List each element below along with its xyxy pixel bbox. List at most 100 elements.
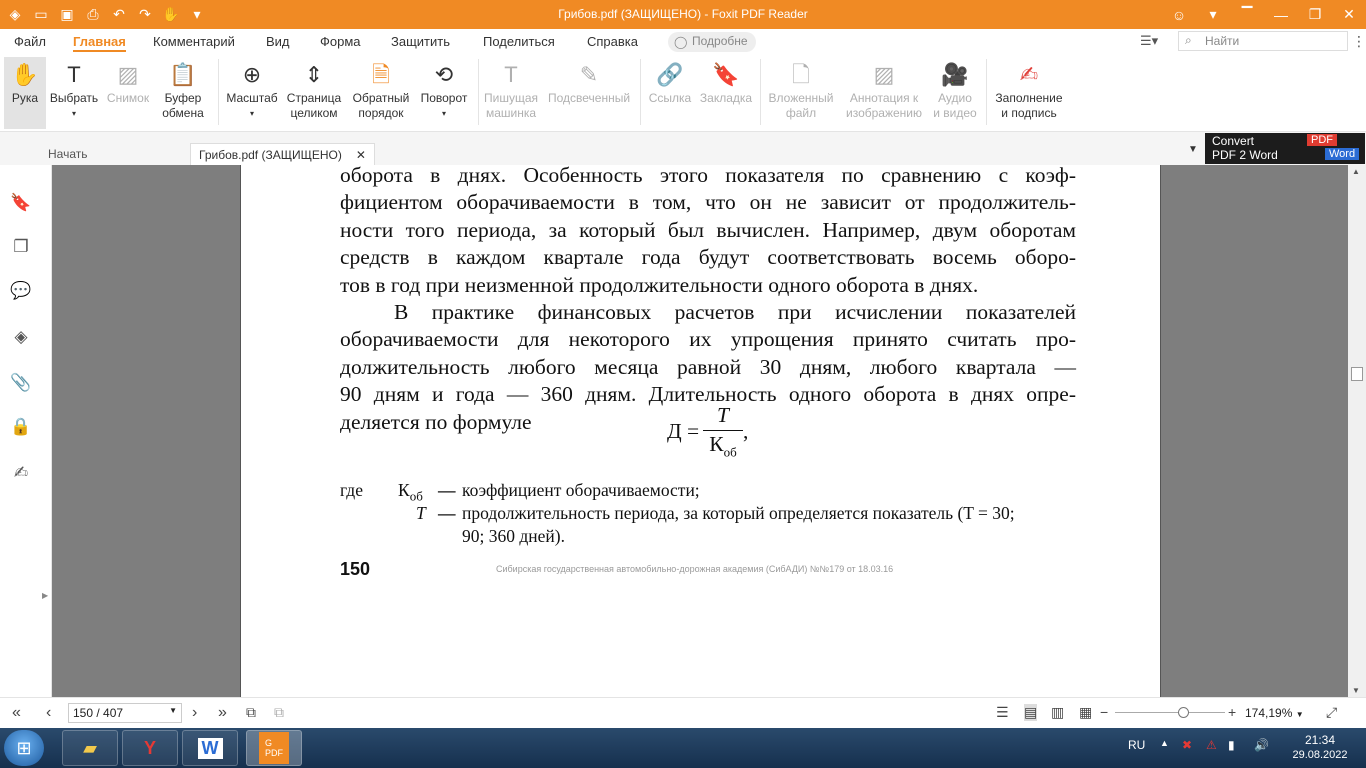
snapshot-button[interactable]: ▨ Снимок	[104, 57, 152, 129]
fit-page-button[interactable]: ⇕ Страница целиком	[284, 57, 344, 129]
security-panel-icon[interactable]: 🔒	[10, 417, 32, 439]
rotate-icon: ⟲	[434, 61, 454, 87]
formula-denominator-sub: об	[723, 444, 737, 460]
layers-panel-icon[interactable]: ◈	[10, 327, 32, 349]
tabs-dropdown-icon[interactable]: ▼	[1188, 144, 1198, 155]
menu-share[interactable]: Поделиться	[483, 34, 555, 49]
previous-page-icon[interactable]: ‹	[46, 704, 51, 722]
attachment-button[interactable]: 🗋 Вложенный файл	[764, 57, 838, 129]
zoom-slider[interactable]	[1115, 712, 1225, 713]
formula-denominator: Коб	[703, 431, 743, 460]
facing-pages-icon[interactable]: ▥	[1051, 704, 1064, 721]
zoom-out-icon[interactable]: −	[1100, 704, 1108, 720]
fullscreen-icon[interactable]: ⤢	[1326, 704, 1337, 721]
tray-expand-icon[interactable]: ▲	[1160, 738, 1169, 748]
menu-home[interactable]: Главная	[73, 34, 126, 52]
hand-tool-button[interactable]: ✋ Рука	[4, 57, 46, 129]
zoom-slider-thumb[interactable]	[1178, 707, 1189, 718]
text-line: средств в каждом квартале года будут соо…	[340, 245, 1076, 270]
taskbar-foxit[interactable]: G PDF	[246, 730, 302, 766]
fill-sign-button[interactable]: ✍ Заполнение и подпись	[992, 57, 1066, 129]
chevron-down-icon: ▾	[71, 109, 76, 118]
highlight-button[interactable]: ✎ Подсвеченный	[544, 57, 634, 129]
next-page-icon[interactable]: ›	[192, 704, 197, 722]
bookmarks-panel-icon[interactable]: 🔖	[10, 193, 32, 215]
zoom-in-icon: ⊕	[242, 61, 262, 87]
tell-me-box[interactable]: ◯ Подробне	[668, 32, 756, 52]
network-error-icon[interactable]: ✖	[1182, 738, 1192, 752]
comments-panel-icon[interactable]: 💬	[10, 281, 32, 303]
tab-document[interactable]: Грибов.pdf (ЗАЩИЩЕНО) ✕	[190, 143, 375, 165]
menu-view[interactable]: Вид	[266, 34, 290, 49]
start-button[interactable]: ⊞	[4, 730, 44, 766]
typewriter-button[interactable]: T Пишущая машинка	[482, 57, 540, 129]
search-input[interactable]: ⌕ Найти	[1178, 31, 1348, 51]
legend-text-cont: 90; 360 дней).	[462, 526, 565, 546]
page-number-field[interactable]: 150 / 407 ▼	[68, 703, 182, 723]
menu-form[interactable]: Форма	[320, 34, 361, 49]
reverse-order-button[interactable]: 🗎 Обратный порядок	[350, 57, 412, 129]
attachments-panel-icon[interactable]: 📎	[10, 373, 32, 395]
system-clock[interactable]: 21:34 29.08.2022	[1284, 733, 1356, 763]
taskbar-explorer[interactable]: ▰	[62, 730, 118, 766]
scroll-thumb[interactable]	[1351, 367, 1363, 381]
image-icon: ▨	[873, 61, 895, 87]
volume-icon[interactable]: 🔊	[1254, 738, 1269, 752]
separator	[760, 59, 761, 125]
search-placeholder: Найти	[1205, 34, 1240, 48]
rotate-button[interactable]: ⟲ Поворот ▾	[416, 57, 472, 129]
convert-ad-banner[interactable]: Convert PDF 2 Word PDF Word	[1205, 133, 1365, 164]
dropdown-icon[interactable]: ▾	[1196, 0, 1230, 29]
first-page-icon[interactable]: «	[12, 704, 21, 722]
windows-taskbar: ⊞ ▰ Y W G PDF RU ▲ ✖ ⚠ ▮ 🔊 21:34 29.08.20…	[0, 728, 1366, 768]
clipboard-button[interactable]: 📋 Буфер обмена	[154, 57, 212, 129]
zoom-in-icon[interactable]: +	[1228, 704, 1236, 720]
last-page-icon[interactable]: »	[218, 704, 227, 722]
audio-video-button[interactable]: 🎥 Аудио и видео	[928, 57, 982, 129]
language-indicator[interactable]: RU	[1128, 738, 1145, 752]
scroll-up-icon[interactable]: ▲	[1352, 167, 1360, 176]
signatures-panel-icon[interactable]: ✍	[10, 463, 32, 485]
maximize-button[interactable]: ❐	[1298, 0, 1332, 29]
pages-panel-icon[interactable]: ❐	[10, 237, 32, 259]
signal-strength-icon[interactable]: ▮	[1228, 738, 1235, 752]
menu-file[interactable]: Файл	[14, 34, 46, 49]
zoom-level-field[interactable]: 174,19% ▼	[1241, 703, 1323, 723]
text-line: ности того периода, за который был вычис…	[340, 217, 1076, 242]
tray-app-icon[interactable]: ⚠	[1206, 738, 1217, 752]
document-viewer[interactable]: оборота в днях. Особенность этого показа…	[52, 165, 1348, 697]
previous-view-icon[interactable]: ⧉	[246, 704, 256, 721]
zoom-button[interactable]: ⊕ Масштаб ▾	[224, 57, 280, 129]
minimize-button[interactable]: —	[1264, 0, 1298, 29]
scroll-down-icon[interactable]: ▼	[1352, 686, 1360, 695]
taskbar-yandex[interactable]: Y	[122, 730, 178, 766]
close-tab-icon[interactable]: ✕	[356, 148, 366, 162]
chevron-down-icon[interactable]: ▼	[1296, 710, 1304, 719]
fit-page-icon: ⇕	[304, 61, 324, 87]
vertical-scrollbar[interactable]: ▲ ▼	[1348, 165, 1366, 697]
next-view-icon[interactable]: ⧉	[274, 704, 284, 721]
settings-icon[interactable]: ⋮	[1352, 33, 1366, 50]
attachment-icon: 🗋	[792, 61, 810, 87]
expand-panel-icon[interactable]: ▶	[42, 591, 48, 600]
continuous-page-icon[interactable]: ▤	[1024, 704, 1038, 721]
chevron-down-icon[interactable]: ▼	[169, 706, 177, 715]
select-tool-button[interactable]: T Выбрать ▾	[48, 57, 100, 129]
menu-protect[interactable]: Защитить	[391, 34, 450, 49]
search-options-icon[interactable]: ☰▾	[1140, 33, 1158, 49]
single-page-icon[interactable]: ☰	[996, 704, 1009, 721]
account-icon[interactable]: ☺	[1162, 0, 1196, 29]
tab-start[interactable]: Начать	[40, 143, 96, 165]
taskbar-word[interactable]: W	[182, 730, 238, 766]
highlight-label: Подсвеченный	[547, 91, 631, 105]
bookmark-button[interactable]: 🔖 Закладка	[696, 57, 756, 129]
menu-help[interactable]: Справка	[587, 34, 638, 49]
menu-comment[interactable]: Комментарий	[153, 34, 235, 49]
ribbon-toggle-icon[interactable]: ▔	[1230, 0, 1264, 29]
continuous-facing-icon[interactable]: ▦	[1079, 704, 1092, 721]
fillsign-label-1: Заполнение	[995, 91, 1063, 105]
pen-sign-icon: ✍	[1019, 61, 1039, 87]
close-button[interactable]: ✕	[1332, 0, 1366, 29]
image-annotation-button[interactable]: ▨ Аннотация к изображению	[842, 57, 926, 129]
link-button[interactable]: 🔗 Ссылка	[646, 57, 694, 129]
